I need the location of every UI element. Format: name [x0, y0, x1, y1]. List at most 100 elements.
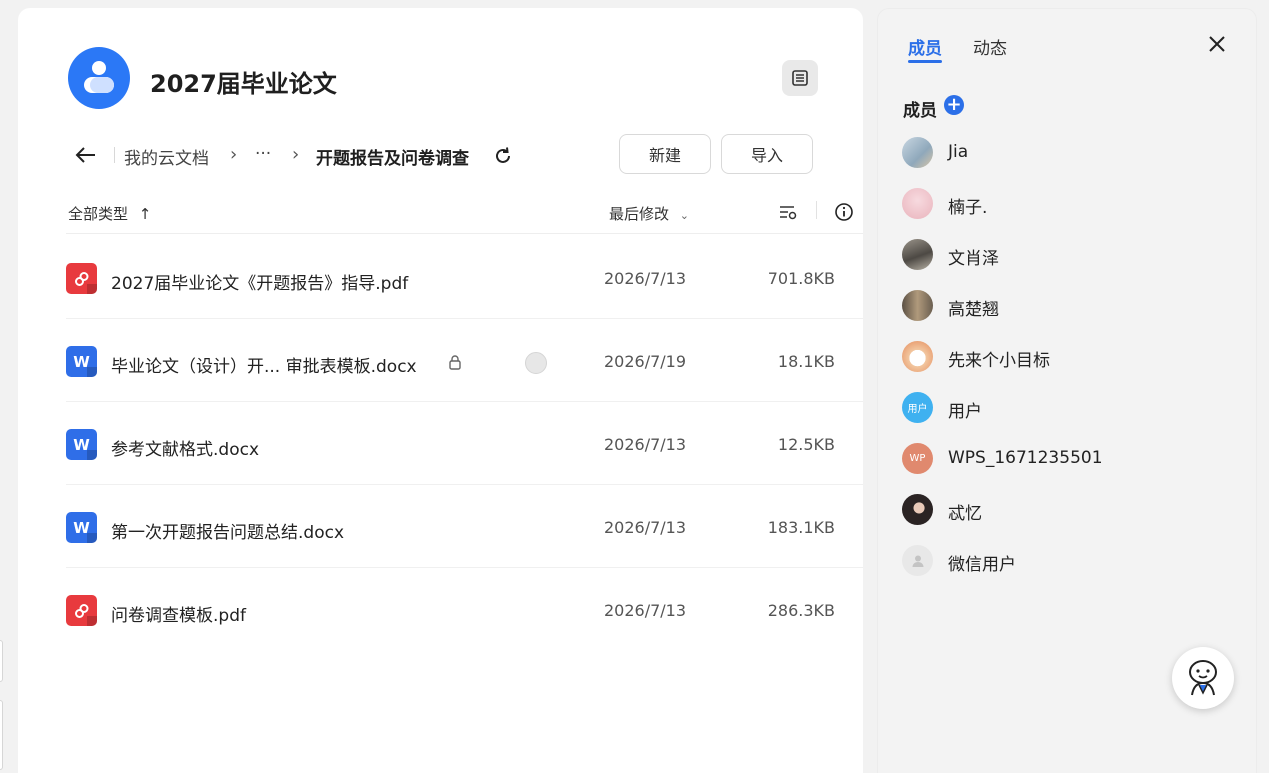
refresh-button[interactable]	[492, 145, 514, 167]
edge-handle-lower	[0, 700, 3, 770]
file-browser-panel: 2027届毕业论文 我的云文档 › ··· › 开题报告及问卷调查 新建 导入 …	[18, 8, 863, 773]
refresh-icon	[496, 147, 510, 163]
view-toggle-button[interactable]	[782, 60, 818, 96]
member-item[interactable]: 先来个小目标	[902, 339, 1222, 375]
member-name: 忒忆	[948, 504, 982, 524]
member-avatar	[902, 545, 933, 576]
file-size: 18.1KB	[777, 352, 835, 371]
icon-fold	[87, 450, 97, 460]
member-name: 高楚翘	[948, 300, 999, 320]
breadcrumb-ellipsis[interactable]: ···	[255, 144, 271, 164]
pdf-file-icon	[66, 595, 97, 626]
new-button[interactable]: 新建	[619, 134, 711, 174]
member-name: WPS_1671235501	[948, 448, 1103, 468]
member-avatar	[902, 188, 933, 219]
file-size: 183.1KB	[767, 518, 835, 537]
info-button[interactable]	[833, 201, 855, 223]
member-avatar	[902, 239, 933, 270]
column-settings-icon	[780, 206, 797, 220]
team-avatar-body-overlap	[90, 77, 114, 93]
plus-icon: +	[946, 94, 962, 115]
member-name: 楠子.	[948, 198, 988, 218]
type-filter-label: 全部类型	[68, 205, 129, 223]
member-name: Jia	[948, 142, 969, 162]
icon-fold	[87, 616, 97, 626]
sort-by-modified[interactable]: 最后修改 ⌄	[609, 203, 689, 224]
member-avatar	[902, 290, 933, 321]
sort-arrow-up-icon: ↑	[138, 205, 152, 223]
team-avatar-head	[92, 61, 106, 75]
file-row[interactable]: W 毕业论文（设计）开... 审批表模板.docx 2026/7/19 18.1…	[58, 319, 863, 402]
file-date: 2026/7/13	[604, 601, 687, 620]
member-item[interactable]: WP WPS_1671235501	[902, 441, 1222, 477]
breadcrumb-root[interactable]: 我的云文档	[124, 144, 209, 169]
pdf-file-icon	[66, 263, 97, 294]
member-avatar	[902, 137, 933, 168]
member-avatar	[902, 341, 933, 372]
file-name[interactable]: 毕业论文（设计）开... 审批表模板.docx	[111, 352, 417, 377]
file-date: 2026/7/13	[604, 269, 687, 288]
back-button[interactable]	[74, 143, 98, 167]
word-file-icon: W	[66, 429, 97, 460]
chevron-right-icon: ›	[292, 144, 300, 165]
breadcrumb-current: 开题报告及问卷调查	[316, 149, 469, 169]
collaborator-avatar	[525, 352, 547, 374]
file-row[interactable]: W 参考文献格式.docx 2026/7/13 12.5KB	[58, 402, 863, 485]
arrow-left-icon	[75, 147, 95, 163]
close-icon	[1209, 36, 1225, 52]
member-item[interactable]: 高楚翘	[902, 288, 1222, 324]
file-size: 701.8KB	[767, 269, 835, 288]
add-member-button[interactable]: +	[944, 95, 964, 115]
member-avatar	[902, 494, 933, 525]
icon-fold	[87, 367, 97, 377]
file-row[interactable]: 问卷调查模板.pdf 2026/7/13 286.3KB	[58, 568, 863, 651]
members-heading: 成员	[903, 101, 937, 121]
member-item[interactable]: 文肖泽	[902, 237, 1222, 273]
icon-fold	[87, 533, 97, 543]
header-divider	[816, 201, 817, 219]
file-name[interactable]: 参考文献格式.docx	[111, 435, 259, 460]
file-name[interactable]: 2027届毕业论文《开题报告》指导.pdf	[111, 269, 408, 294]
file-row[interactable]: 2027届毕业论文《开题报告》指导.pdf 2026/7/13 701.8KB	[58, 236, 863, 319]
word-file-icon: W	[66, 346, 97, 377]
icon-fold	[87, 284, 97, 294]
default-user-icon	[912, 555, 923, 567]
header-separator	[66, 233, 863, 234]
edge-handle-upper	[0, 640, 3, 682]
assistant-bot-button[interactable]	[1172, 647, 1234, 709]
word-file-icon: W	[66, 512, 97, 543]
member-item[interactable]: 楠子.	[902, 186, 1222, 222]
team-avatar	[68, 47, 130, 109]
file-name[interactable]: 问卷调查模板.pdf	[111, 601, 246, 626]
member-item[interactable]: 忒忆	[902, 492, 1222, 528]
lock-icon	[448, 354, 464, 370]
list-view-icon	[792, 70, 808, 86]
file-date: 2026/7/13	[604, 435, 687, 454]
column-settings-button[interactable]	[777, 201, 799, 223]
member-item[interactable]: 用户 用户	[902, 390, 1222, 426]
active-tab-indicator	[908, 60, 942, 63]
page-title: 2027届毕业论文	[150, 70, 337, 98]
tab-activity[interactable]: 动态	[973, 34, 1007, 59]
member-item[interactable]: Jia	[902, 135, 1222, 171]
close-panel-button[interactable]	[1207, 34, 1229, 56]
file-date: 2026/7/13	[604, 518, 687, 537]
info-icon	[835, 203, 853, 221]
file-date: 2026/7/19	[604, 352, 687, 371]
member-avatar: 用户	[902, 392, 933, 423]
breadcrumb-divider	[114, 147, 115, 163]
file-size: 286.3KB	[767, 601, 835, 620]
import-button[interactable]: 导入	[721, 134, 813, 174]
tab-members[interactable]: 成员	[908, 34, 942, 59]
member-name: 微信用户	[948, 555, 1016, 575]
member-item[interactable]: 微信用户	[902, 543, 1222, 579]
file-row[interactable]: W 第一次开题报告问题总结.docx 2026/7/13 183.1KB	[58, 485, 863, 568]
member-name: 文肖泽	[948, 249, 999, 269]
chevron-right-icon: ›	[230, 144, 238, 165]
type-filter[interactable]: 全部类型 ↑	[68, 203, 151, 224]
sort-label: 最后修改	[609, 205, 670, 223]
file-name[interactable]: 第一次开题报告问题总结.docx	[111, 518, 344, 543]
member-name: 先来个小目标	[948, 351, 1050, 371]
chevron-down-icon: ⌄	[679, 209, 690, 222]
member-name: 用户	[948, 402, 982, 422]
